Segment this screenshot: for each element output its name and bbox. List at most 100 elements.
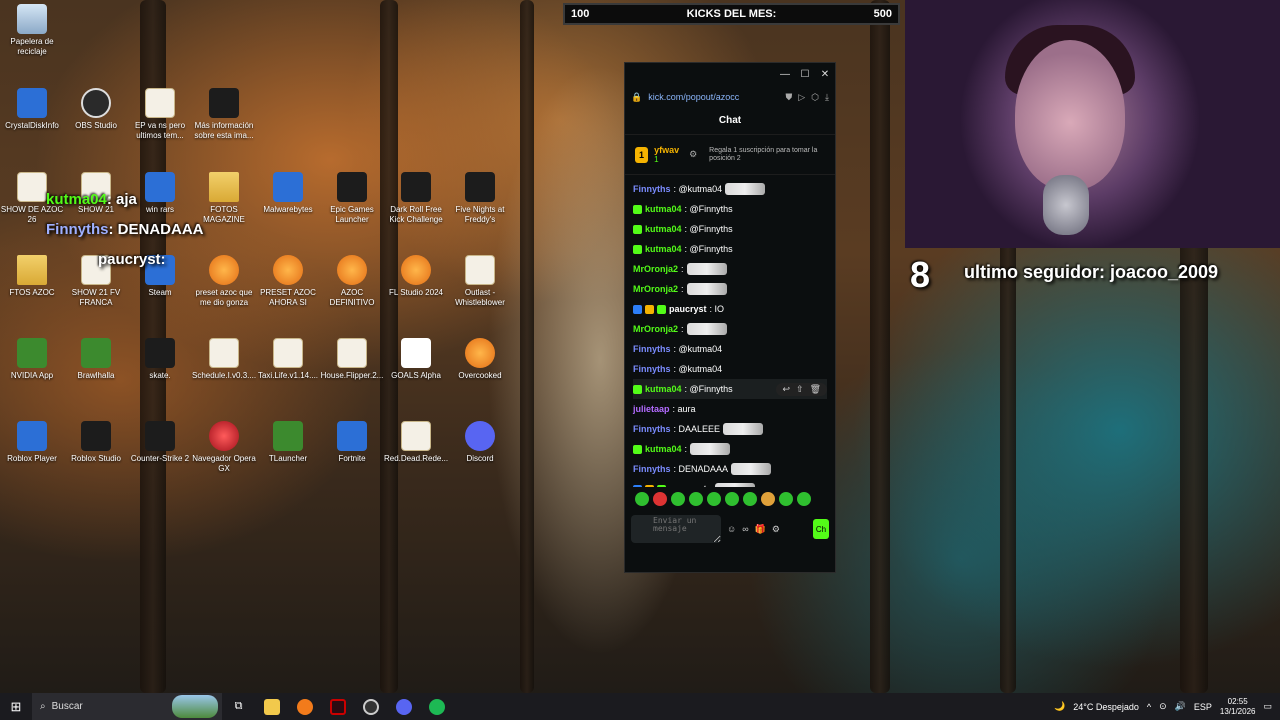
url-text[interactable]: kick.com/popout/azocc	[648, 92, 779, 102]
desktop-icon[interactable]: House.Flipper.2...	[320, 338, 384, 381]
discord-icon[interactable]	[387, 693, 420, 720]
chat-username[interactable]: kutma04	[645, 204, 682, 214]
extension-icon[interactable]: ⬡	[811, 92, 819, 103]
emote-icon[interactable]	[743, 492, 757, 506]
chat-message[interactable]: paucryst:	[633, 479, 827, 487]
desktop-icon[interactable]: NVIDIA App	[0, 338, 64, 381]
chat-message[interactable]: Finnyths: @kutma04	[633, 339, 827, 359]
chat-username[interactable]: Finnyths	[633, 464, 671, 474]
network-icon[interactable]: ⊙	[1159, 701, 1167, 712]
chat-message[interactable]: Finnyths: @kutma04	[633, 359, 827, 379]
download-icon[interactable]: ⤓	[825, 92, 829, 103]
desktop-icon[interactable]: Más información sobre esta ima...	[192, 88, 256, 141]
delete-icon[interactable]: 🗑	[810, 384, 821, 395]
desktop-icon[interactable]: Brawlhalla	[64, 338, 128, 381]
emote-icon[interactable]	[761, 492, 775, 506]
emote-icon[interactable]	[779, 492, 793, 506]
spotify-icon[interactable]	[420, 693, 453, 720]
emote-icon[interactable]	[671, 492, 685, 506]
weather-icon[interactable]: 🌙	[1054, 701, 1065, 712]
shield-icon[interactable]: ⛊	[785, 92, 792, 103]
desktop-icon[interactable]: OBS Studio	[64, 88, 128, 131]
obs-icon[interactable]	[354, 693, 387, 720]
desktop-icon[interactable]: Malwarebytes	[256, 172, 320, 215]
chat-message[interactable]: kutma04: @Finnyths	[633, 199, 827, 219]
chat-username[interactable]: Finnyths	[633, 424, 671, 434]
tray-chevron-icon[interactable]: ^	[1147, 702, 1151, 712]
settings-icon[interactable]: ⚙	[772, 524, 780, 535]
opera-gx-icon[interactable]	[321, 693, 354, 720]
desktop-icon[interactable]: FL Studio 2024	[384, 255, 448, 298]
chat-username[interactable]: Finnyths	[633, 364, 671, 374]
chat-username[interactable]: paucryst	[669, 484, 707, 487]
chat-message-list[interactable]: Finnyths: @kutma04 kutma04: @Finnyths kutm…	[625, 175, 835, 487]
emote-icon[interactable]	[635, 492, 649, 506]
chat-username[interactable]: kutma04	[645, 384, 682, 394]
chat-username[interactable]: kutma04	[645, 444, 682, 454]
desktop-icon[interactable]: Roblox Player	[0, 421, 64, 464]
chat-username[interactable]: Finnyths	[633, 344, 671, 354]
desktop-icon[interactable]: Epic Games Launcher	[320, 172, 384, 225]
desktop-icon[interactable]: Dark Roll Free Kick Challenge	[384, 172, 448, 225]
desktop-icon[interactable]: PRESET AZOC AHORA SI	[256, 255, 320, 308]
reply-icon[interactable]: ↩	[782, 384, 790, 395]
send-chat-button[interactable]: Ch	[813, 519, 829, 539]
taskbar-search[interactable]: ⌕ Buscar	[32, 693, 222, 720]
chat-message[interactable]: kutma04: @Finnyths	[633, 219, 827, 239]
chat-message-input[interactable]	[631, 515, 721, 543]
fl-studio-icon[interactable]	[288, 693, 321, 720]
desktop-icon[interactable]: FOTOS MAGAZINE	[192, 172, 256, 225]
maximize-button[interactable]: ☐	[795, 69, 815, 80]
desktop-icon[interactable]: Outlast - Whistleblower	[448, 255, 512, 308]
desktop-icon[interactable]: Counter-Strike 2	[128, 421, 192, 464]
windows-start-button[interactable]: ⊞	[0, 699, 32, 715]
desktop-icon[interactable]: Five Nights at Freddy's	[448, 172, 512, 225]
chat-message[interactable]: MrOronja2:	[633, 319, 827, 339]
close-button[interactable]: ✕	[815, 69, 835, 80]
desktop-icon[interactable]: Fortnite	[320, 421, 384, 464]
notification-icon[interactable]: ▭	[1263, 701, 1272, 712]
desktop-icon[interactable]: Navegador Opera GX	[192, 421, 256, 474]
chat-username[interactable]: Finnyths	[633, 184, 671, 194]
desktop-icon[interactable]: Roblox Studio	[64, 421, 128, 464]
desktop-icon[interactable]: AZOC DEFINITIVO	[320, 255, 384, 308]
chat-username[interactable]: paucryst	[669, 304, 707, 314]
emote-icon[interactable]	[689, 492, 703, 506]
minimize-button[interactable]: —	[775, 69, 795, 80]
chat-username[interactable]: MrOronja2	[633, 324, 678, 334]
desktop-icon[interactable]: Overcooked	[448, 338, 512, 381]
task-view-icon[interactable]: ⧉	[222, 693, 255, 720]
chat-message[interactable]: MrOronja2:	[633, 279, 827, 299]
chat-message[interactable]: Finnyths: DENADAAA	[633, 459, 827, 479]
chat-message[interactable]: kutma04:	[633, 439, 827, 459]
desktop-icon[interactable]: GOALS Alpha	[384, 338, 448, 381]
emoji-icon[interactable]: ☺	[727, 524, 736, 534]
desktop-icon[interactable]: skate.	[128, 338, 192, 381]
chat-message[interactable]: paucryst: IO	[633, 299, 827, 319]
desktop-icon[interactable]: TLauncher	[256, 421, 320, 464]
emote-icon[interactable]	[653, 492, 667, 506]
pinned-sub-banner[interactable]: 1 yfwav 1 ⚙ Regala 1 suscripción para to…	[625, 135, 835, 175]
desktop-icon[interactable]: EP va ns pero ultimos tem...	[128, 88, 192, 141]
emote-icon[interactable]	[797, 492, 811, 506]
chat-message[interactable]: kutma04: @Finnyths ↩ ⇧ 🗑	[633, 379, 827, 399]
play-icon[interactable]: ▷	[798, 92, 805, 103]
desktop-icon[interactable]: win rars	[128, 172, 192, 215]
chat-message[interactable]: Finnyths: @kutma04	[633, 179, 827, 199]
gift-icon[interactable]: 🎁	[755, 524, 766, 535]
desktop-icon[interactable]: Red.Dead.Rede...	[384, 421, 448, 464]
desktop-icon[interactable]: CrystalDiskInfo	[0, 88, 64, 131]
volume-icon[interactable]: 🔊	[1175, 701, 1186, 712]
pin-icon[interactable]: ⇧	[796, 384, 804, 395]
chat-username[interactable]: kutma04	[645, 224, 682, 234]
desktop-icon[interactable]: Schedule.I.v0.3....	[192, 338, 256, 381]
weather-text[interactable]: 24°C Despejado	[1073, 702, 1139, 712]
desktop-icon[interactable]: Discord	[448, 421, 512, 464]
chat-message[interactable]: Finnyths: DAALEEE	[633, 419, 827, 439]
emote-icon[interactable]	[707, 492, 721, 506]
chat-message[interactable]: julietaap: aura	[633, 399, 827, 419]
desktop-icon[interactable]: Taxi.Life.v1.14....	[256, 338, 320, 381]
desktop-icon[interactable]: preset azoc que me dio gonza	[192, 255, 256, 308]
emote-icon[interactable]	[725, 492, 739, 506]
chat-username[interactable]: kutma04	[645, 244, 682, 254]
